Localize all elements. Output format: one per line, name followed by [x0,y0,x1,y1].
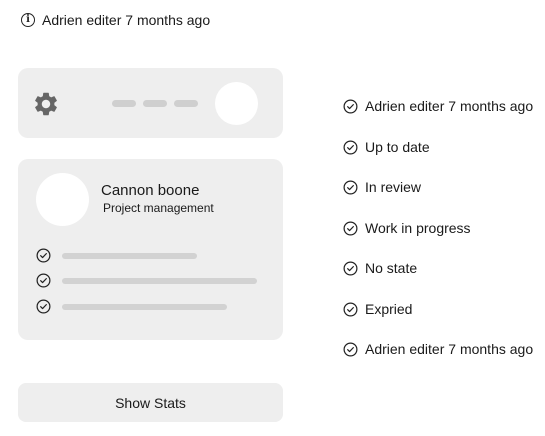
placeholder-dashes [112,100,198,107]
check-circle-icon [343,261,358,275]
task-row [36,273,257,288]
settings-card [18,68,283,138]
task-row [36,299,227,314]
edit-info: i Adrien editer 7 months ago [21,10,210,30]
placeholder-dash [174,100,198,107]
avatar [36,173,89,226]
status-item[interactable]: In review [343,179,421,195]
status-label: Adrien editer 7 months ago [365,98,534,114]
status-label: Up to date [365,139,430,155]
profile-name: Cannon boone [101,182,200,199]
check-circle-icon[interactable] [36,273,51,288]
show-stats-button[interactable]: Show Stats [18,383,283,422]
task-placeholder-bar [62,252,197,259]
task-row [36,248,197,263]
status-item[interactable]: Work in progress [343,220,471,236]
profile-role: Project management [103,201,214,215]
status-item[interactable]: Adrien editer 7 months ago [343,98,533,114]
status-item[interactable]: Expried [343,301,412,317]
check-circle-icon [343,180,358,194]
status-label: Work in progress [365,220,471,236]
status-item[interactable]: No state [343,260,417,276]
placeholder-dash [112,100,136,107]
profile-card: Cannon boone Project management [18,159,283,340]
check-circle-icon [343,342,358,356]
task-placeholder-bar [62,277,257,284]
avatar-placeholder [215,82,258,125]
status-item[interactable]: Adrien editer 7 months ago [343,341,533,357]
check-circle-icon [343,221,358,235]
check-circle-icon [343,140,358,154]
status-label: Adrien editer 7 months ago [365,341,534,357]
info-icon: i [21,13,35,27]
gear-icon[interactable] [32,90,60,118]
status-label: In review [365,179,422,195]
placeholder-dash [143,100,167,107]
edit-info-text: Adrien editer 7 months ago [42,12,211,28]
check-circle-icon[interactable] [36,248,51,263]
status-item[interactable]: Up to date [343,139,430,155]
status-label: No state [365,260,418,276]
check-circle-icon[interactable] [36,299,51,314]
check-circle-icon [343,99,358,113]
status-label: Expried [365,301,413,317]
task-placeholder-bar [62,303,227,310]
check-circle-icon [343,302,358,316]
